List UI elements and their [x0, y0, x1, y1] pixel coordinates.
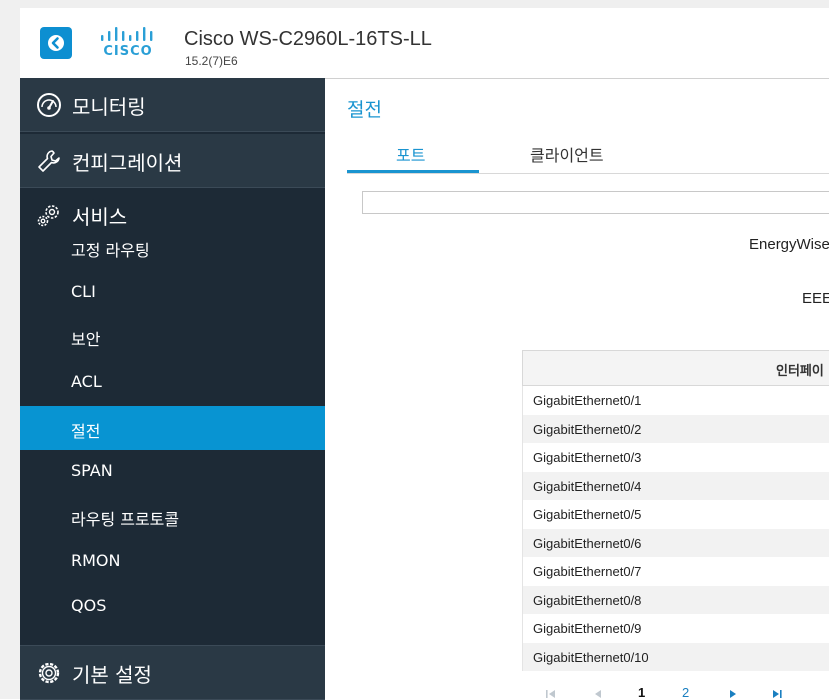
sidebar-item-label: QOS	[71, 596, 107, 615]
sidebar-section-monitoring[interactable]: 모니터링	[20, 78, 325, 132]
sidebar-item-label: 고정 라우팅	[71, 241, 150, 260]
sidebar-section-configuration[interactable]: 컨피그레이션	[20, 134, 325, 188]
table-row[interactable]: GigabitEthernet0/6	[522, 528, 829, 557]
cisco-logo-text: CISCO	[103, 44, 153, 59]
table-row[interactable]: GigabitEthernet0/9	[522, 614, 829, 643]
main-content: 절전 포트 클라이언트 EnergyWise EEE 인터페이 GigabitE…	[325, 78, 829, 699]
interface-table: 인터페이 GigabitEthernet0/1 GigabitEthernet0…	[522, 350, 829, 671]
page-number-current[interactable]: 1	[638, 685, 645, 699]
sidebar-item-span[interactable]: SPAN	[20, 449, 325, 493]
tab-ports[interactable]: 포트	[396, 142, 425, 166]
sidebar-section-label: 모니터링	[72, 95, 146, 119]
sidebar-item-static-routing[interactable]: 고정 라우팅	[20, 225, 325, 269]
gear-icon	[38, 662, 60, 684]
interface-cell: GigabitEthernet0/7	[533, 564, 642, 579]
device-title: Cisco WS-C2960L-16TS-LL	[184, 28, 432, 50]
sidebar-item-acl[interactable]: ACL	[20, 360, 325, 404]
sidebar-item-label: CLI	[71, 282, 96, 301]
sidebar-item-cli[interactable]: CLI	[20, 270, 325, 314]
interface-cell: GigabitEthernet0/8	[533, 592, 642, 608]
table-row[interactable]: GigabitEthernet0/4	[522, 471, 829, 500]
table-row[interactable]: GigabitEthernet0/2	[522, 414, 829, 443]
interface-cell: GigabitEthernet0/6	[533, 535, 642, 551]
interface-cell: GigabitEthernet0/4	[533, 478, 642, 494]
back-button[interactable]	[40, 27, 72, 59]
sidebar: 모니터링 컨피그레이션 서비스 고정 라우팅 CLI 보안 ACL 절전 SPA…	[20, 78, 325, 700]
sidebar-item-label: ACL	[71, 372, 102, 391]
sidebar-item-security[interactable]: 보안	[20, 314, 325, 358]
sidebar-item-routing-protocol[interactable]: 라우팅 프로토콜	[20, 494, 325, 538]
page-number[interactable]: 2	[682, 685, 689, 699]
window-left-edge	[0, 0, 20, 699]
table-row[interactable]: GigabitEthernet0/1	[522, 386, 829, 415]
page-title: 절전	[347, 99, 382, 121]
interface-cell: GigabitEthernet0/5	[533, 507, 642, 522]
energywise-label: EnergyWise	[749, 236, 829, 253]
app-header: CISCO Cisco WS-C2960L-16TS-LL 15.2(7)E6	[20, 8, 829, 79]
tab-clients[interactable]: 클라이언트	[530, 142, 604, 166]
table-row[interactable]: GigabitEthernet0/3	[522, 443, 829, 472]
interface-cell: GigabitEthernet0/3	[533, 450, 642, 465]
sidebar-item-label: 절전	[71, 422, 101, 441]
sidebar-item-power-saving[interactable]: 절전	[20, 406, 325, 450]
table-row[interactable]: GigabitEthernet0/7	[522, 557, 829, 586]
table-row[interactable]: GigabitEthernet0/5	[522, 500, 829, 529]
sidebar-item-rmon[interactable]: RMON	[20, 539, 325, 583]
table-header: 인터페이	[522, 350, 829, 386]
dashboard-gauge-icon	[37, 93, 61, 117]
arrow-left-icon	[48, 35, 64, 51]
tab-divider	[347, 173, 829, 174]
sidebar-item-label: 보안	[71, 330, 101, 349]
interface-cell: GigabitEthernet0/2	[533, 421, 642, 437]
sidebar-item-label: 라우팅 프로토콜	[71, 510, 180, 529]
sidebar-item-label: RMON	[71, 551, 121, 570]
wrench-icon	[38, 150, 60, 172]
sidebar-section-label: 기본 설정	[72, 663, 152, 687]
table-row[interactable]: GigabitEthernet0/10	[522, 642, 829, 671]
next-page-icon[interactable]	[728, 688, 738, 699]
sidebar-section-preferences[interactable]: 기본 설정	[20, 645, 325, 700]
cisco-bridge-icon	[101, 27, 153, 41]
device-version: 15.2(7)E6	[185, 54, 238, 68]
eee-label: EEE	[802, 290, 829, 307]
last-page-icon[interactable]	[771, 688, 783, 699]
filter-field[interactable]	[362, 191, 829, 214]
sidebar-item-label: SPAN	[71, 461, 113, 480]
interface-cell: GigabitEthernet0/10	[533, 649, 649, 665]
table-row[interactable]: GigabitEthernet0/8	[522, 585, 829, 614]
cisco-logo: CISCO	[98, 26, 158, 60]
column-header-interface[interactable]: 인터페이	[776, 360, 824, 379]
prev-page-icon[interactable]	[593, 688, 603, 699]
interface-cell: GigabitEthernet0/1	[533, 393, 642, 408]
sidebar-item-qos[interactable]: QOS	[20, 584, 325, 628]
interface-cell: GigabitEthernet0/9	[533, 621, 642, 636]
first-page-icon[interactable]	[545, 688, 557, 699]
sidebar-section-label: 컨피그레이션	[72, 151, 183, 175]
